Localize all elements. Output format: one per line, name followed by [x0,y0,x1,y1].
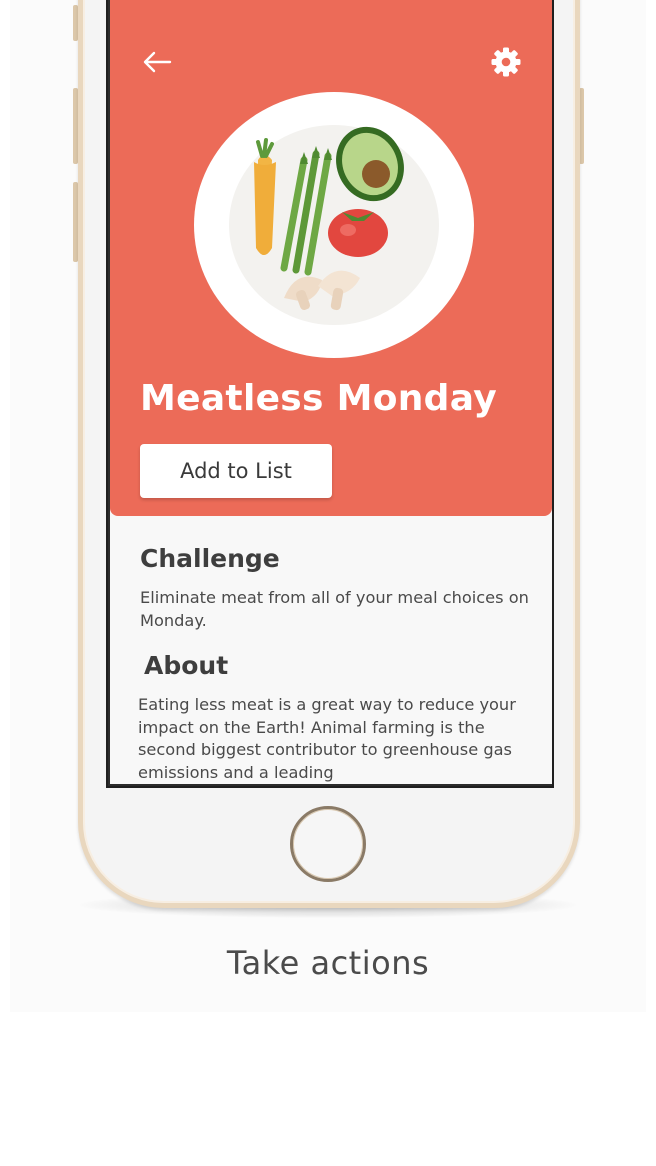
home-button[interactable] [290,806,366,882]
challenge-description: Eliminate meat from all of your meal cho… [140,588,529,630]
phone-screen: Meatless Monday Add to List Challenge El… [106,0,554,788]
slide-caption: Take actions [226,944,430,982]
hero-header: Meatless Monday Add to List [110,0,552,516]
app-view: Meatless Monday Add to List Challenge El… [110,0,552,784]
back-button[interactable] [140,48,174,76]
gear-icon [491,47,521,77]
vegetable-plate-illustration [192,90,476,360]
arrow-left-icon [143,51,172,73]
challenge-title: Meatless Monday [140,378,497,419]
add-to-list-button[interactable]: Add to List [140,444,332,498]
about-heading: About [144,651,229,680]
challenge-heading: Challenge [140,544,280,573]
settings-button[interactable] [490,46,522,78]
about-description: Eating less meat is a great way to reduc… [138,695,516,782]
tomato-icon [328,209,388,257]
